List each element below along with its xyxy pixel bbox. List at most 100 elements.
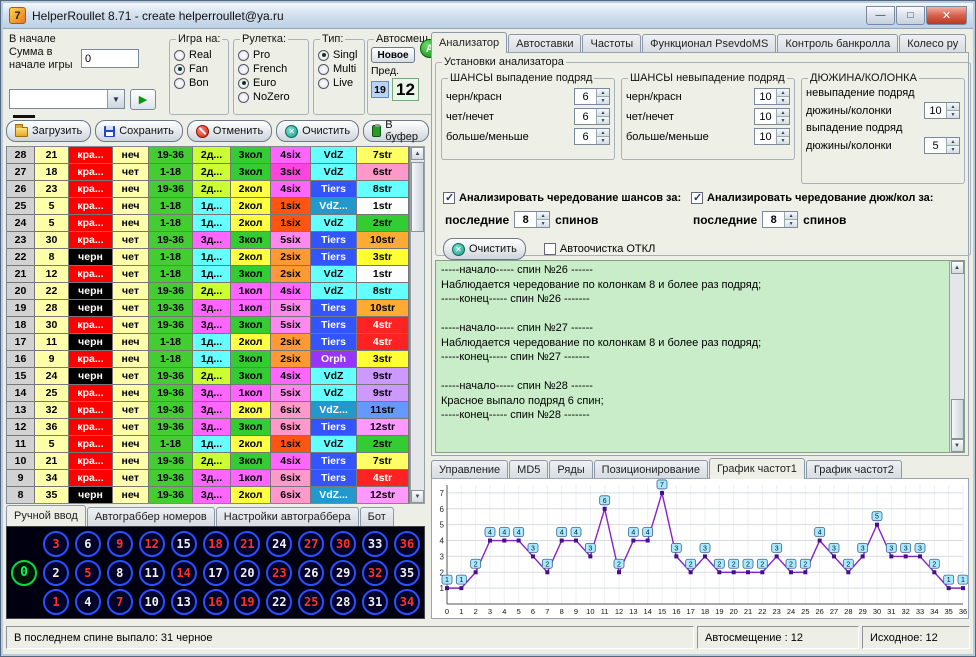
- scroll-down-icon[interactable]: ▼: [411, 490, 424, 503]
- play-button[interactable]: ▶: [130, 89, 156, 110]
- table-row[interactable]: 1021кра...неч19-362д...3кол4sixTiers7str: [7, 453, 409, 470]
- spins-table-scrollbar[interactable]: ▲ ▼: [410, 146, 425, 504]
- board-number-28[interactable]: 28: [330, 589, 356, 615]
- board-number-22[interactable]: 22: [266, 589, 292, 615]
- table-row[interactable]: 1711черннеч1-181д...2кол2sixTiers4str: [7, 334, 409, 351]
- table-row[interactable]: 255кра...неч1-181д...2кол1sixVdZ...1str: [7, 198, 409, 215]
- table-row[interactable]: 245кра...неч1-181д...2кол1sixVdZ2str: [7, 215, 409, 232]
- spinner-down-icon[interactable]: ▼: [597, 117, 609, 124]
- scroll-thumb[interactable]: [411, 162, 424, 232]
- combo-dropdown-icon[interactable]: ▼: [107, 90, 124, 108]
- table-row[interactable]: 1332кра...чет19-363д...2кол6sixVdZ...11s…: [7, 402, 409, 419]
- board-number-8[interactable]: 8: [107, 560, 133, 586]
- titlebar[interactable]: 7 HelperRoullet 8.71 - create helperroul…: [3, 3, 973, 29]
- buffer-button[interactable]: В буфер: [363, 120, 429, 142]
- board-number-30[interactable]: 30: [330, 531, 356, 557]
- start-sum-input[interactable]: [81, 49, 139, 68]
- radio-nozero[interactable]: NoZero: [238, 91, 304, 103]
- board-number-31[interactable]: 31: [362, 589, 388, 615]
- table-row[interactable]: 1524чернчет19-362д...3кол4sixVdZ9str: [7, 368, 409, 385]
- spinner-down-icon[interactable]: ▼: [777, 117, 789, 124]
- spinner-up-icon[interactable]: ▲: [777, 89, 789, 97]
- tab-ручной-ввод[interactable]: Ручной ввод: [6, 505, 86, 526]
- board-number-19[interactable]: 19: [234, 589, 260, 615]
- analyze-chances-checkbox[interactable]: [443, 192, 455, 204]
- board-number-14[interactable]: 14: [171, 560, 197, 586]
- spinner-down-icon[interactable]: ▼: [537, 220, 549, 227]
- tab-настройки-автограббера[interactable]: Настройки автограббера: [216, 507, 359, 526]
- collapse-handle[interactable]: [13, 115, 35, 118]
- spinner-up-icon[interactable]: ▲: [947, 103, 959, 111]
- spinner-down-icon[interactable]: ▼: [597, 137, 609, 144]
- scroll-up-icon[interactable]: ▲: [411, 147, 424, 160]
- board-number-33[interactable]: 33: [362, 531, 388, 557]
- spinner-up-icon[interactable]: ▲: [597, 129, 609, 137]
- tab-график-частот2[interactable]: График частот2: [806, 460, 902, 479]
- board-number-10[interactable]: 10: [139, 589, 165, 615]
- autoclear-checkbox[interactable]: [544, 243, 556, 255]
- tab-колесо-ру[interactable]: Колесо ру: [899, 34, 966, 53]
- output-scroll-down-icon[interactable]: ▼: [951, 439, 964, 452]
- tab-анализатор[interactable]: Анализатор: [431, 32, 507, 53]
- board-number-27[interactable]: 27: [298, 531, 324, 557]
- board-number-11[interactable]: 11: [139, 560, 165, 586]
- table-row[interactable]: 2821кра...неч19-362д...3кол4sixVdZ7str: [7, 147, 409, 164]
- board-number-29[interactable]: 29: [330, 560, 356, 586]
- board-number-0[interactable]: 0: [11, 560, 37, 586]
- board-number-12[interactable]: 12: [139, 531, 165, 557]
- board-number-18[interactable]: 18: [203, 531, 229, 557]
- radio-french[interactable]: French: [238, 63, 304, 75]
- table-row[interactable]: 2112кра...чет1-181д...3кол2sixVdZ1str: [7, 266, 409, 283]
- radio-real[interactable]: Real: [174, 49, 224, 61]
- clear-button[interactable]: ✕Очистить: [276, 120, 359, 142]
- board-number-35[interactable]: 35: [394, 560, 420, 586]
- spinner-up-icon[interactable]: ▲: [777, 109, 789, 117]
- board-number-17[interactable]: 17: [203, 560, 229, 586]
- spinner-down-icon[interactable]: ▼: [777, 97, 789, 104]
- spinner-up-icon[interactable]: ▲: [947, 138, 959, 146]
- tab-частоты[interactable]: Частоты: [582, 34, 641, 53]
- table-row[interactable]: 1928чернчет19-363д...1кол5sixTiers10str: [7, 300, 409, 317]
- minimize-button[interactable]: —: [866, 6, 895, 25]
- board-number-20[interactable]: 20: [234, 560, 260, 586]
- radio-bon[interactable]: Bon: [174, 77, 224, 89]
- tab-контроль-банкролла[interactable]: Контроль банкролла: [777, 34, 898, 53]
- table-row[interactable]: 2330кра...чет19-363д...3кол5sixTiers10st…: [7, 232, 409, 249]
- spinner-down-icon[interactable]: ▼: [947, 111, 959, 118]
- board-number-5[interactable]: 5: [75, 560, 101, 586]
- output-scrollbar[interactable]: ▲ ▼: [949, 261, 964, 452]
- spinner-down-icon[interactable]: ▼: [777, 137, 789, 144]
- spinner-down-icon[interactable]: ▼: [785, 220, 797, 227]
- tab-позиционирование[interactable]: Позиционирование: [594, 460, 708, 479]
- radio-singl[interactable]: Singl: [318, 49, 360, 61]
- table-row[interactable]: 1425кра...неч19-363д...1кол5sixVdZ9str: [7, 385, 409, 402]
- radio-live[interactable]: Live: [318, 77, 360, 89]
- new-button[interactable]: Новое: [371, 47, 415, 63]
- tab-автограббер-номеров[interactable]: Автограббер номеров: [87, 507, 215, 526]
- radio-euro[interactable]: Euro: [238, 77, 304, 89]
- board-number-7[interactable]: 7: [107, 589, 133, 615]
- tab-функционал-psevdoms[interactable]: Функционал PsevdoMS: [642, 34, 776, 53]
- tab-управление[interactable]: Управление: [431, 460, 508, 479]
- board-number-13[interactable]: 13: [171, 589, 197, 615]
- board-number-23[interactable]: 23: [266, 560, 292, 586]
- board-number-24[interactable]: 24: [266, 531, 292, 557]
- tab-автоставки[interactable]: Автоставки: [508, 34, 581, 53]
- board-number-6[interactable]: 6: [75, 531, 101, 557]
- load-button[interactable]: Загрузить: [6, 120, 91, 142]
- table-row[interactable]: 115кра...неч1-181д...2кол1sixVdZ2str: [7, 436, 409, 453]
- table-row[interactable]: 2718кра...чет1-182д...3кол3sixVdZ6str: [7, 164, 409, 181]
- table-row[interactable]: 1830кра...чет19-363д...3кол5sixTiers4str: [7, 317, 409, 334]
- spinner-up-icon[interactable]: ▲: [537, 212, 549, 220]
- board-number-1[interactable]: 1: [43, 589, 69, 615]
- board-number-26[interactable]: 26: [298, 560, 324, 586]
- table-row[interactable]: 2623кра...неч19-362д...2кол4sixTiers8str: [7, 181, 409, 198]
- board-number-4[interactable]: 4: [75, 589, 101, 615]
- table-row[interactable]: 228чернчет1-181д...2кол2sixTiers3str: [7, 249, 409, 266]
- radio-multi[interactable]: Multi: [318, 63, 360, 75]
- radio-fan[interactable]: Fan: [174, 63, 224, 75]
- close-button[interactable]: ✕: [926, 6, 967, 25]
- spinner-down-icon[interactable]: ▼: [597, 97, 609, 104]
- radio-pro[interactable]: Pro: [238, 49, 304, 61]
- spinner-up-icon[interactable]: ▲: [785, 212, 797, 220]
